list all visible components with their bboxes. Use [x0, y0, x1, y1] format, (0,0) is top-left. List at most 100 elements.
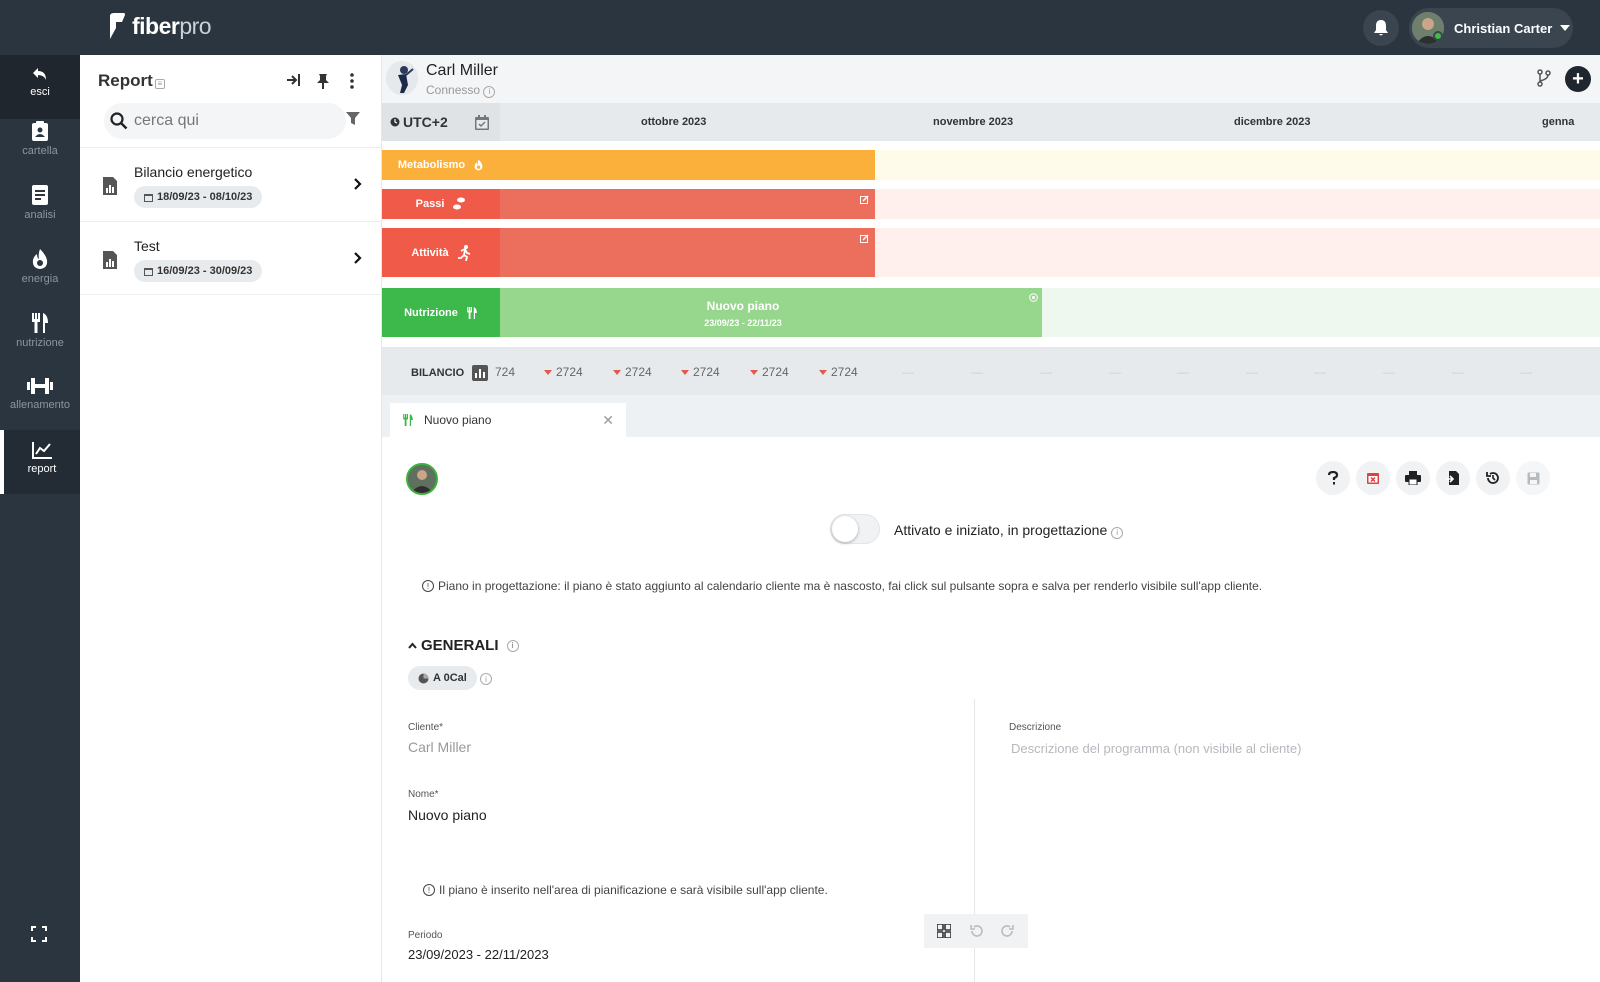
info-icon: ! — [422, 580, 434, 592]
chevron-down-icon — [1560, 25, 1571, 31]
grid-icon[interactable] — [937, 924, 951, 938]
main-navigation-rail: esci cartella analisi energia nutrizione… — [0, 55, 80, 982]
user-menu[interactable]: Christian Carter — [1409, 8, 1573, 48]
description-field[interactable]: Descrizione del programma (non visibile … — [1011, 741, 1301, 756]
nutrition-plan-dates: 23/09/23 - 22/11/23 — [704, 318, 782, 328]
calendar-delete-icon — [1367, 473, 1379, 484]
delete-calendar-button[interactable] — [1356, 461, 1390, 495]
more-options-icon[interactable] — [350, 73, 354, 89]
steps-bar[interactable] — [500, 189, 875, 219]
form-toolbar — [1316, 461, 1550, 495]
search-icon — [110, 112, 128, 130]
export-button[interactable] — [1436, 461, 1470, 495]
clock-icon — [390, 117, 400, 127]
report-document-icon — [103, 251, 117, 269]
nutrition-plan-title: Nuovo piano — [706, 299, 780, 313]
info-icon: ! — [423, 884, 435, 896]
balance-dash: — — [1246, 365, 1258, 379]
flame-icon — [32, 249, 48, 269]
report-item[interactable]: Test 16/09/23 - 30/09/23 — [80, 221, 382, 295]
balance-label: BILANCIO — [411, 365, 489, 381]
balance-value: 724 — [495, 365, 516, 379]
section-generali[interactable]: GENERALI i — [408, 637, 519, 654]
client-field[interactable]: Carl Miller — [408, 739, 471, 755]
status-toggle[interactable] — [830, 514, 880, 544]
close-tab-icon[interactable]: ✕ — [602, 412, 614, 429]
chart-line-icon — [32, 442, 52, 459]
calendar-check-icon[interactable] — [474, 115, 490, 131]
calendar-icon — [144, 193, 153, 202]
balance-value: 2724 — [544, 365, 583, 379]
pin-icon[interactable] — [316, 73, 330, 89]
balance-dash: — — [1177, 365, 1189, 379]
flame-icon — [474, 159, 483, 171]
fullscreen-icon[interactable] — [30, 925, 48, 943]
search-input[interactable] — [134, 112, 324, 130]
copy-icon[interactable] — [1029, 293, 1038, 302]
add-button[interactable]: + — [1565, 66, 1591, 92]
period-field[interactable]: 23/09/2023 - 22/11/2023 — [408, 947, 549, 962]
rail-item-allenamento[interactable]: allenamento — [0, 366, 80, 430]
filter-icon[interactable] — [346, 112, 360, 126]
history-button[interactable] — [1476, 461, 1510, 495]
tab-nuovo-piano[interactable]: Nuovo piano ✕ — [390, 403, 626, 437]
edit-icon[interactable] — [860, 195, 869, 204]
logo-icon — [110, 13, 125, 39]
bell-icon — [1374, 20, 1388, 36]
client-avatar[interactable] — [386, 61, 418, 95]
save-button[interactable] — [1516, 461, 1550, 495]
activity-bar[interactable] — [500, 228, 875, 277]
client-status: Connesso i — [426, 83, 496, 98]
footsteps-icon — [453, 197, 466, 210]
rail-item-analisi[interactable]: analisi — [0, 174, 80, 238]
rail-item-nutrizione[interactable]: nutrizione — [0, 302, 80, 366]
report-name: Bilancio energetico — [134, 164, 253, 180]
top-bar: fiberpro Christian Carter — [0, 0, 1600, 55]
online-status-dot — [1433, 31, 1443, 41]
month-label: genna — [1542, 116, 1575, 128]
clipboard-icon — [32, 121, 48, 141]
notifications-button[interactable] — [1363, 10, 1399, 46]
report-date-badge: 18/09/23 - 08/10/23 — [134, 186, 263, 208]
report-item[interactable]: Bilancio energetico 18/09/23 - 08/10/23 — [80, 147, 382, 221]
main-content: Carl Miller Connesso i + UTC+2 ottobre 2… — [382, 55, 1600, 982]
balance-dash: — — [1314, 365, 1326, 379]
print-icon — [1405, 471, 1421, 485]
lane-label-attivita: Attività — [382, 228, 500, 277]
collapse-panel-icon[interactable] — [286, 73, 302, 87]
rail-item-report[interactable]: report — [0, 430, 80, 494]
info-icon: i — [1111, 526, 1124, 539]
rail-item-energia[interactable]: energia — [0, 238, 80, 302]
help-button[interactable] — [1316, 461, 1350, 495]
redo-icon[interactable] — [1001, 924, 1015, 938]
undo-icon[interactable] — [969, 924, 983, 938]
dumbbell-icon — [27, 378, 53, 394]
nutrition-plan-bar[interactable]: Nuovo piano 23/09/23 - 22/11/23 — [500, 288, 1042, 337]
cutlery-icon — [32, 313, 48, 333]
plan-note: ! Il piano è inserito nell'area di piani… — [423, 883, 828, 897]
balance-value: 2724 — [750, 365, 789, 379]
rail-item-cartella[interactable]: cartella — [0, 110, 80, 174]
name-field[interactable]: Nuovo piano — [408, 807, 487, 823]
down-triangle-icon — [819, 369, 827, 375]
balance-dash: — — [971, 365, 983, 379]
print-button[interactable] — [1396, 461, 1430, 495]
balance-dash: — — [1520, 365, 1532, 379]
chevron-up-icon — [408, 642, 417, 649]
chevron-right-icon — [354, 252, 362, 264]
branch-icon[interactable] — [1537, 69, 1551, 87]
edit-icon[interactable] — [860, 234, 869, 243]
search-box — [104, 103, 346, 139]
month-label: dicembre 2023 — [1234, 116, 1311, 128]
kcal-badge: A 0Cal — [408, 666, 477, 690]
info-icon: ≡ — [154, 78, 165, 89]
down-triangle-icon — [613, 369, 621, 375]
brand-name: fiberpro — [132, 12, 212, 39]
balance-value: 2724 — [681, 365, 720, 379]
plan-form: Attivato e iniziato, in progettazione i … — [382, 437, 1600, 982]
lane-label-nutrizione: Nutrizione — [382, 288, 500, 337]
month-label: novembre 2023 — [933, 116, 1014, 128]
report-date-badge: 16/09/23 - 30/09/23 — [134, 260, 263, 282]
fiberpro-logo[interactable]: fiberpro — [106, 12, 212, 40]
edit-history-controls — [924, 914, 1028, 948]
